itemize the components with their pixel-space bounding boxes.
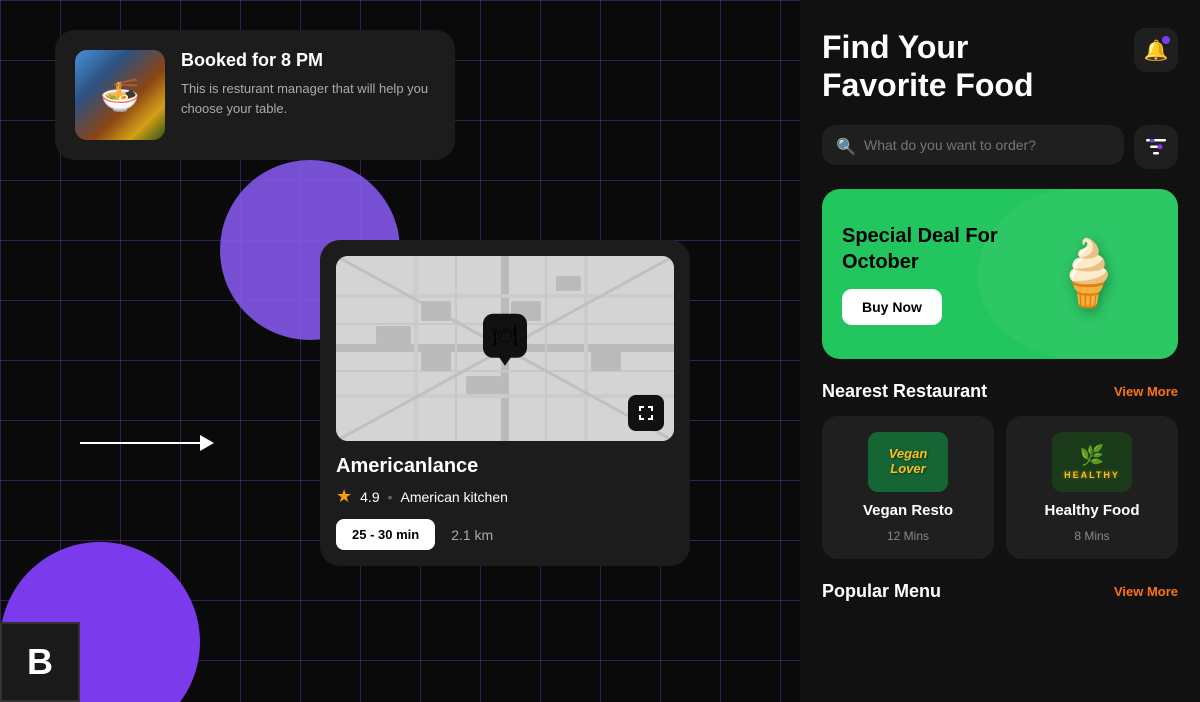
- nearest-view-more-button[interactable]: View More: [1114, 384, 1178, 399]
- filter-button[interactable]: [1134, 125, 1178, 169]
- vegan-logo-text: VeganLover: [889, 447, 928, 476]
- food-placeholder: [75, 50, 165, 140]
- vegan-resto-card[interactable]: VeganLover Vegan Resto 12 Mins: [822, 416, 994, 559]
- map-pin: 🍽: [483, 313, 527, 357]
- right-panel: Find Your Favorite Food 🔔 🔍 Special Deal: [800, 0, 1200, 702]
- notification-button[interactable]: 🔔: [1134, 28, 1178, 72]
- buy-now-button[interactable]: Buy Now: [842, 289, 942, 325]
- search-row: 🔍: [822, 125, 1178, 169]
- booking-food-image: [75, 50, 165, 140]
- healthy-logo: 🌿 HEALTHY: [1052, 432, 1132, 492]
- banner-image: 🍦: [1018, 209, 1158, 339]
- arrow-decoration: [80, 435, 214, 451]
- search-input[interactable]: [822, 125, 1124, 165]
- ice-cream-image: 🍦: [1048, 236, 1128, 311]
- vegan-resto-name: Vegan Resto: [863, 502, 953, 519]
- restaurant-cards-container: VeganLover Vegan Resto 12 Mins 🌿 HEALTHY…: [822, 416, 1178, 559]
- arrow-head: [200, 435, 214, 451]
- healthy-food-card[interactable]: 🌿 HEALTHY Healthy Food 8 Mins: [1006, 416, 1178, 559]
- popular-section-title: Popular Menu: [822, 581, 941, 602]
- healthy-food-name: Healthy Food: [1044, 502, 1139, 519]
- map-container: 🍽: [336, 256, 674, 441]
- popular-view-more-button[interactable]: View More: [1114, 584, 1178, 599]
- restaurant-rating-row: ★ 4.9 • American kitchen: [336, 486, 674, 507]
- rating-value: 4.9: [360, 489, 379, 505]
- star-icon: ★: [336, 486, 352, 507]
- popular-section-header: Popular Menu View More: [822, 581, 1178, 602]
- healthy-logo-text: HEALTHY: [1064, 470, 1120, 480]
- distance-label: 2.1 km: [451, 527, 493, 543]
- header-row: Find Your Favorite Food 🔔: [822, 28, 1178, 105]
- arrow-line: [80, 442, 200, 444]
- nearest-section-title: Nearest Restaurant: [822, 381, 987, 402]
- banner-title: Special Deal For October: [842, 223, 1018, 275]
- healthy-food-mins: 8 Mins: [1074, 529, 1109, 543]
- promo-banner: Special Deal For October Buy Now 🍦: [822, 189, 1178, 359]
- main-title: Find Your Favorite Food: [822, 28, 1134, 105]
- notification-dot: [1162, 36, 1170, 44]
- restaurant-name: Americanlance: [336, 455, 674, 478]
- map-card: 🍽 Americanlance ★ 4.9 • American kitchen…: [320, 240, 690, 566]
- title-line2: Favorite Food: [822, 67, 1034, 103]
- b-logo: B: [0, 622, 80, 702]
- vegan-logo: VeganLover: [868, 432, 948, 492]
- title-line1: Find Your: [822, 29, 968, 65]
- cuisine-type: American kitchen: [401, 489, 508, 505]
- nearest-section-header: Nearest Restaurant View More: [822, 381, 1178, 402]
- booking-title: Booked for 8 PM: [181, 50, 435, 71]
- banner-text: Special Deal For October Buy Now: [842, 223, 1018, 325]
- booking-card-text: Booked for 8 PM This is resturant manage…: [181, 50, 435, 118]
- search-wrapper: 🔍: [822, 125, 1124, 169]
- left-panel: Booked for 8 PM This is resturant manage…: [0, 0, 800, 702]
- booking-card: Booked for 8 PM This is resturant manage…: [55, 30, 455, 160]
- time-badge: 25 - 30 min: [336, 519, 435, 550]
- booking-description: This is resturant manager that will help…: [181, 79, 435, 118]
- vegan-resto-mins: 12 Mins: [887, 529, 929, 543]
- leaf-icon: 🌿: [1080, 443, 1105, 468]
- dot-separator: •: [388, 489, 393, 505]
- expand-map-button[interactable]: [628, 395, 664, 431]
- restaurant-info-row: 25 - 30 min 2.1 km: [336, 519, 674, 550]
